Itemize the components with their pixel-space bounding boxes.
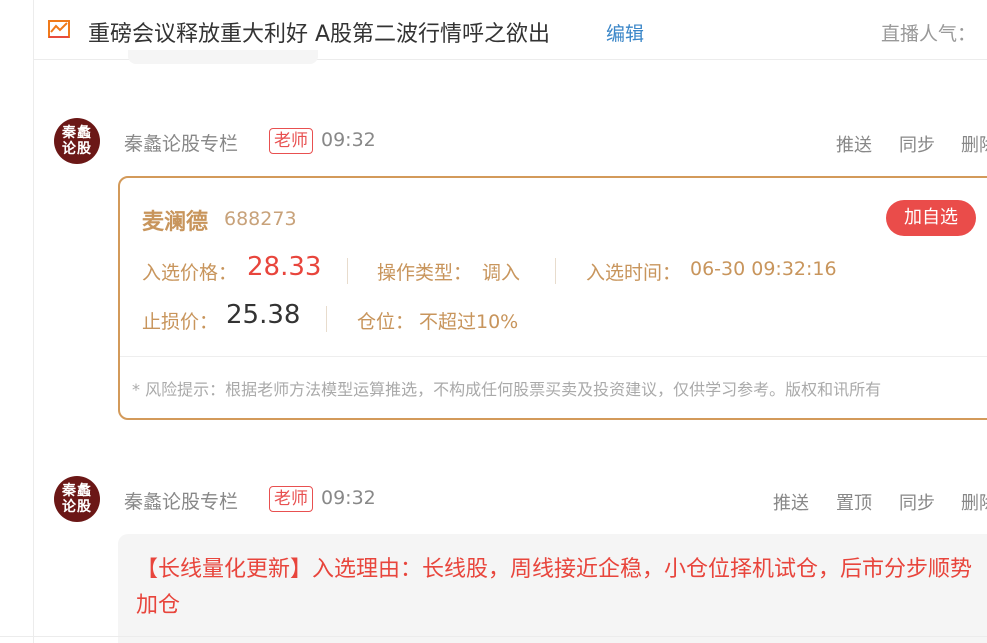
push-button[interactable]: 推送: [773, 489, 809, 515]
position-value: 不超过10%: [419, 311, 519, 333]
entry-time-label: 入选时间：: [586, 262, 682, 284]
avatar-text-line-1: 秦蠡: [62, 483, 92, 499]
post-time: 09:32: [321, 129, 376, 151]
line-chart-icon: [48, 20, 70, 38]
previous-post-edge: [128, 50, 318, 64]
push-button[interactable]: 推送: [836, 131, 872, 157]
stop-loss-value: 25.38: [226, 300, 301, 330]
divider: [555, 258, 556, 284]
risk-notice: * 风险提示：根据老师方法模型运算推选，不构成任何股票买卖及投资建议，仅供学习参…: [132, 380, 882, 399]
page-title: 重磅会议释放重大利好 A股第二波行情呼之欲出: [88, 22, 551, 47]
delete-button[interactable]: 删除: [961, 489, 987, 515]
stock-code: 688273: [224, 208, 297, 230]
divider: [326, 306, 327, 332]
author-name[interactable]: 秦蠡论股专栏: [124, 487, 238, 514]
sync-button[interactable]: 同步: [899, 131, 935, 157]
post-time: 09:32: [321, 487, 376, 509]
entry-price-value: 28.33: [247, 252, 322, 282]
edit-link[interactable]: 编辑: [606, 19, 644, 46]
operation-type-label: 操作类型：: [377, 262, 473, 284]
sync-button[interactable]: 同步: [899, 489, 935, 515]
bottom-divider: [0, 636, 987, 637]
teacher-badge: 老师: [269, 486, 313, 512]
teacher-badge: 老师: [269, 128, 313, 154]
stock-pick-card: 麦澜德 688273 加自选 入选价格： 28.33 操作类型： 调入 入选时间…: [118, 176, 987, 420]
card-divider: [120, 356, 987, 357]
entry-time-value: 06-30 09:32:16: [690, 258, 837, 280]
message-text: 【长线量化更新】入选理由：长线股，周线接近企稳，小仓位择机试仓，后市分步顺势加仓: [136, 557, 973, 618]
add-to-watchlist-button[interactable]: 加自选: [886, 200, 976, 236]
stop-loss-label: 止损价：: [142, 311, 219, 333]
message-bubble: 【长线量化更新】入选理由：长线股，周线接近企稳，小仓位择机试仓，后市分步顺势加仓: [118, 534, 987, 643]
entry-price-label: 入选价格：: [142, 262, 238, 284]
pin-button[interactable]: 置顶: [836, 489, 872, 515]
avatar-text-line-1: 秦蠡: [62, 125, 92, 141]
operation-type-value: 调入: [482, 262, 521, 284]
divider: [347, 258, 348, 284]
avatar-text-line-2: 论股: [62, 499, 92, 515]
delete-button[interactable]: 删除: [961, 131, 987, 157]
author-name[interactable]: 秦蠡论股专栏: [124, 129, 238, 156]
live-popularity-label: 直播人气：: [881, 23, 977, 45]
avatar-text-line-2: 论股: [62, 141, 92, 157]
avatar[interactable]: 秦蠡 论股: [54, 118, 100, 164]
position-label: 仓位：: [357, 311, 415, 333]
stock-name[interactable]: 麦澜德: [142, 204, 208, 236]
left-divider: [33, 0, 34, 643]
avatar[interactable]: 秦蠡 论股: [54, 476, 100, 522]
